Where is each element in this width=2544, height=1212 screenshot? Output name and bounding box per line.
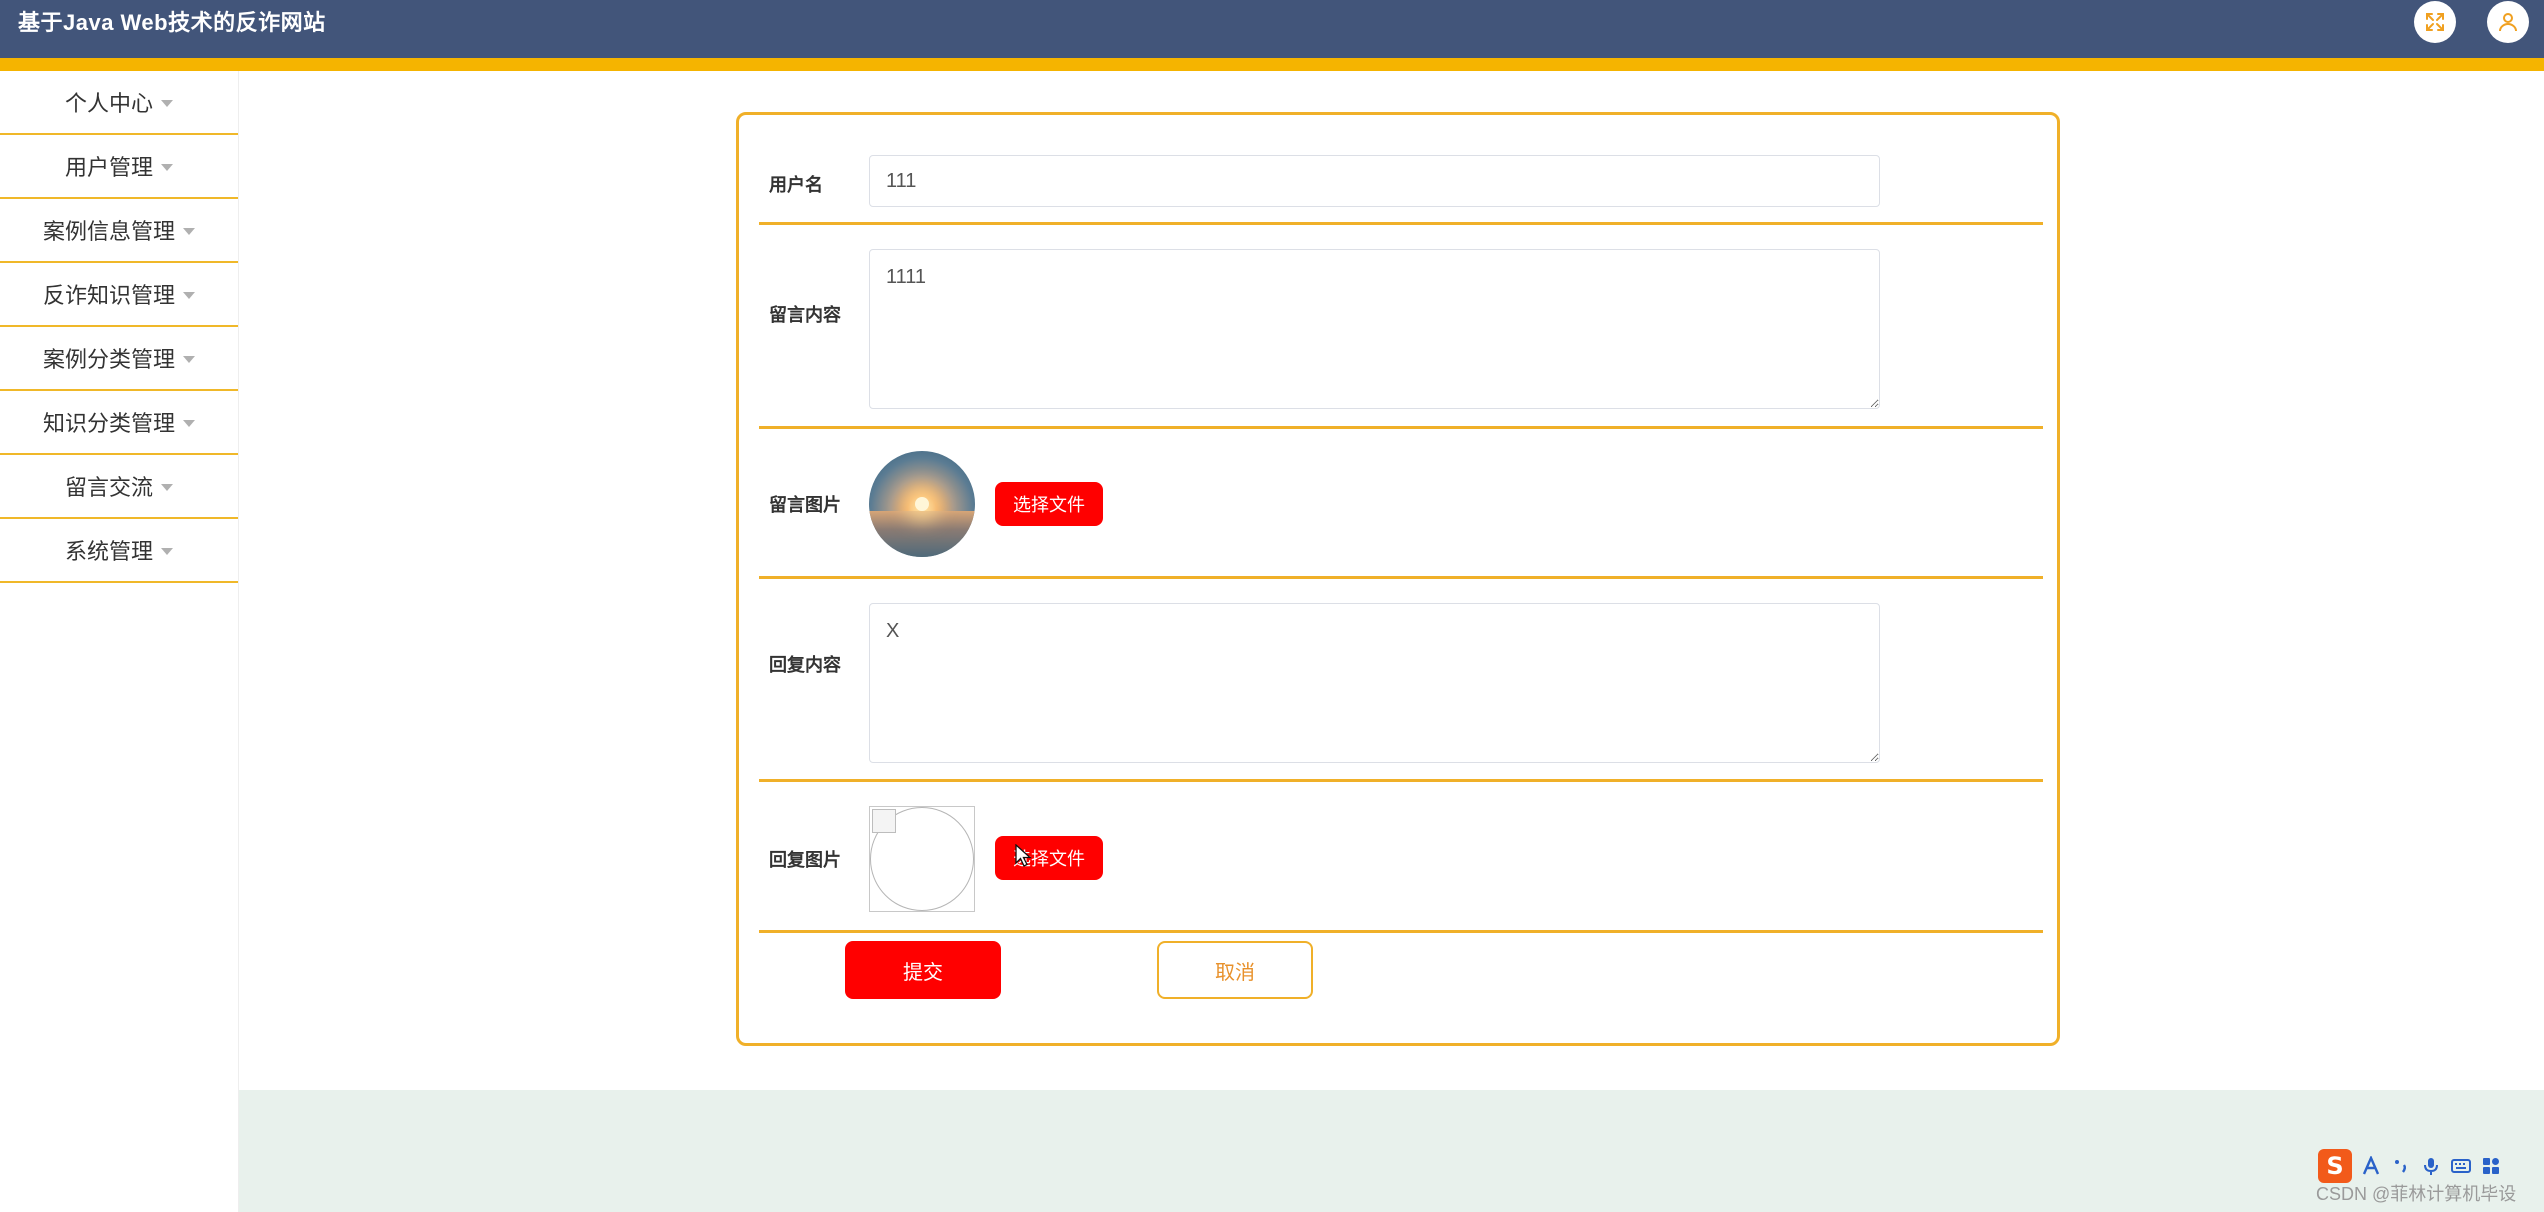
- ime-logo-icon[interactable]: S: [2318, 1149, 2352, 1183]
- caret-down-icon: [161, 99, 173, 107]
- user-icon: [2499, 13, 2517, 32]
- username-input[interactable]: [869, 155, 1880, 207]
- caret-down-icon: [183, 419, 195, 427]
- message-image-preview: [869, 451, 975, 557]
- top-header: 基于Java Web技术的反诈网站: [0, 0, 2544, 58]
- fullscreen-icon: [2426, 13, 2444, 31]
- form-row-message-image: 留言图片 选择文件: [759, 429, 2043, 579]
- ime-a-icon[interactable]: [2360, 1155, 2382, 1177]
- caret-down-icon: [183, 227, 195, 235]
- sidebar-item-label: 案例分类管理: [42, 347, 175, 372]
- csdn-watermark: CSDN @菲林计算机毕设: [2316, 1184, 2517, 1204]
- caret-down-icon: [183, 291, 195, 299]
- reply-image-preview: [869, 806, 975, 912]
- message-image-choose-file-button[interactable]: 选择文件: [995, 482, 1103, 526]
- user-menu-button[interactable]: [2487, 1, 2529, 43]
- submit-button[interactable]: 提交: [845, 941, 1001, 999]
- sidebar-item-message-exchange[interactable]: 留言交流: [0, 455, 238, 519]
- mouse-cursor-icon: [1015, 844, 1032, 867]
- sidebar-item-label: 用户管理: [64, 155, 153, 180]
- sidebar-item-label: 系统管理: [64, 539, 153, 564]
- fullscreen-button[interactable]: [2414, 1, 2456, 43]
- sidebar-item-system-management[interactable]: 系统管理: [0, 519, 238, 583]
- sidebar-item-label: 留言交流: [64, 475, 153, 500]
- sidebar-item-user-management[interactable]: 用户管理: [0, 135, 238, 199]
- header-accent-bar: [0, 58, 2544, 71]
- site-title: 基于Java Web技术的反诈网站: [18, 10, 326, 35]
- sidebar-item-personal-center[interactable]: 个人中心: [0, 71, 238, 135]
- sidebar-item-case-category[interactable]: 案例分类管理: [0, 327, 238, 391]
- caret-down-icon: [183, 355, 195, 363]
- form-row-reply-content: 回复内容 X: [759, 579, 2043, 782]
- form-row-username: 用户名: [759, 115, 2043, 225]
- keyboard-icon[interactable]: [2450, 1155, 2472, 1177]
- sidebar-item-label: 个人中心: [64, 91, 153, 116]
- sidebar: 个人中心 用户管理 案例信息管理 反诈知识管理 案例分类管理 知识分类管理 留言…: [0, 71, 239, 1212]
- caret-down-icon: [161, 547, 173, 555]
- reply-content-label: 回复内容: [769, 655, 841, 675]
- sidebar-item-knowledge-category[interactable]: 知识分类管理: [0, 391, 238, 455]
- sidebar-item-label: 案例信息管理: [42, 219, 175, 244]
- ime-toolbar: S: [2318, 1148, 2524, 1184]
- broken-image-icon: [872, 809, 896, 833]
- grid-icon[interactable]: [2480, 1155, 2502, 1177]
- ime-punctuation-icon[interactable]: [2390, 1155, 2412, 1177]
- caret-down-icon: [161, 163, 173, 171]
- message-image-label: 留言图片: [769, 495, 841, 515]
- content-footer-area: [239, 1090, 2544, 1212]
- form-row-message-content: 留言内容 1111: [759, 225, 2043, 429]
- sidebar-item-label: 反诈知识管理: [42, 283, 175, 308]
- message-content-label: 留言内容: [769, 305, 841, 325]
- cancel-button[interactable]: 取消: [1157, 941, 1313, 999]
- microphone-icon[interactable]: [2420, 1155, 2442, 1177]
- message-content-textarea[interactable]: 1111: [869, 249, 1880, 409]
- form-row-reply-image: 回复图片 选择文件: [759, 782, 2043, 933]
- reply-content-textarea[interactable]: X: [869, 603, 1880, 763]
- username-label: 用户名: [769, 175, 823, 195]
- reply-image-choose-file-button[interactable]: 选择文件: [995, 836, 1103, 880]
- message-edit-form: 用户名 留言内容 1111 留言图片 选择文件 回复内容 X 回复图片 选择文件…: [736, 112, 2060, 1046]
- reply-image-label: 回复图片: [769, 850, 841, 870]
- sidebar-item-anti-fraud-knowledge[interactable]: 反诈知识管理: [0, 263, 238, 327]
- sidebar-item-label: 知识分类管理: [42, 411, 175, 436]
- sidebar-item-case-info-management[interactable]: 案例信息管理: [0, 199, 238, 263]
- caret-down-icon: [161, 483, 173, 491]
